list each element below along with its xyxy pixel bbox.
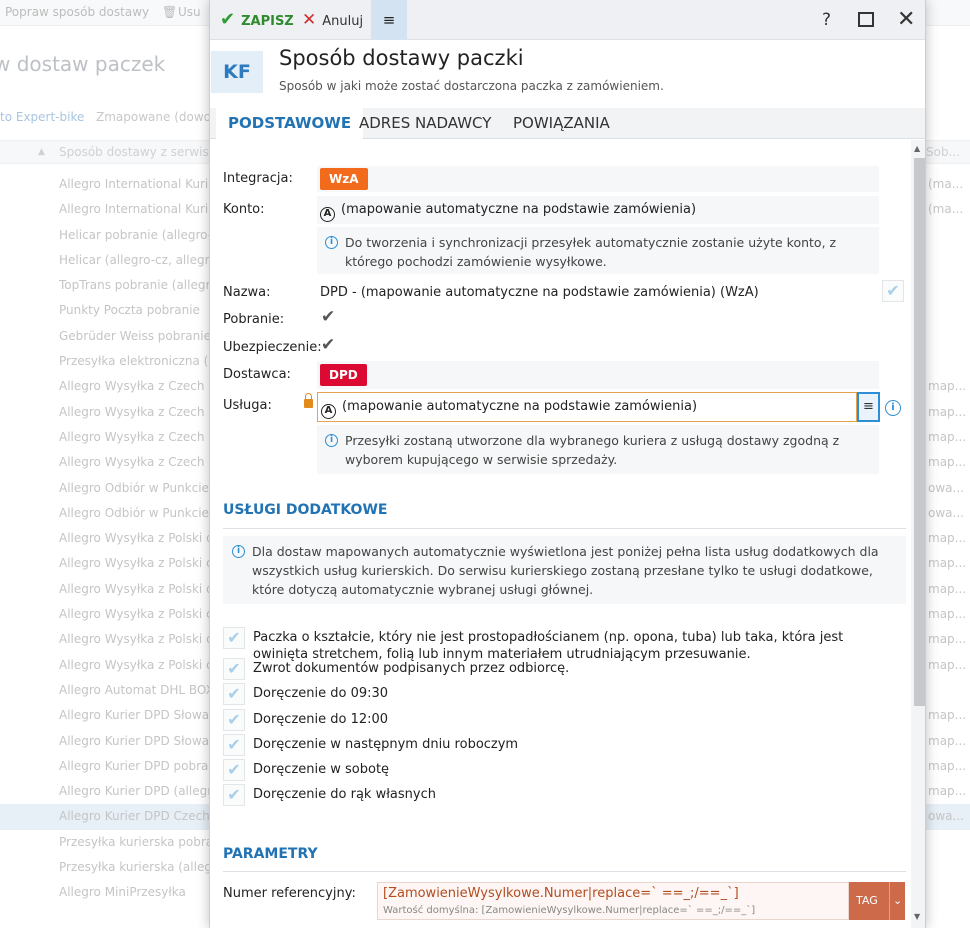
name-override-checkbox[interactable]: ✔ [882,280,904,302]
insurance-label: Ubezpieczenie: [223,340,322,355]
section-divider [223,871,906,872]
dialog-title: Sposób dostawy paczki [279,46,524,70]
reference-number-default: Wartość domyślna: [ZamowienieWysylkowe.N… [383,905,756,916]
info-icon: i [325,236,338,249]
cancel-button[interactable]: ✕ Anuluj [302,0,363,40]
service-info: i Przesyłki zostaną utworzone dla wybran… [317,425,879,474]
extra-service-label: Doręczenie w następnym dniu roboczym [253,737,519,752]
cancel-label: Anuluj [322,14,364,29]
save-label: ZAPISZ [241,14,294,29]
reference-number-value: [ZamowienieWysylkowe.Numer|replace=` ==_… [383,886,739,901]
carrier-badge: DPD [320,364,367,386]
service-info-icon[interactable]: i [885,400,901,416]
account-value[interactable]: A (mapowanie automatyczne na podstawie za… [320,202,696,222]
check-icon: ✔ [220,9,236,30]
save-button[interactable]: ✔ ZAPISZ [220,0,294,40]
reference-number-label: Numer referencyjny: [223,886,356,901]
integration-badge: WzA [320,168,368,190]
carrier-field [317,361,879,389]
tab-basic[interactable]: PODSTAWOWE [216,108,364,139]
dialog-toolbar: ✔ ZAPISZ ✕ Anuluj ≡ ? ✕ [210,0,925,40]
dialog-tabs: PODSTAWOWE ADRES NADAWCY POWIĄZANIA [210,108,925,139]
account-info-text: Do tworzenia i synchronizacji przesyłek … [345,235,837,269]
service-list-button[interactable]: ≡ [857,392,880,422]
tag-label: TAG [856,894,878,907]
delivery-method-dialog: ✔ ZAPISZ ✕ Anuluj ≡ ? ✕ KF Sposób dostawy … [209,0,926,928]
maximize-icon[interactable] [858,12,874,27]
dialog-subtitle: Sposób w jaki może zostać dostarczona pa… [279,79,664,93]
scrollbar-thumb[interactable] [914,158,925,706]
account-label: Konto: [223,202,265,217]
account-info: i Do tworzenia i synchronizacji przesyłe… [317,227,879,274]
extra-service-checkbox[interactable]: ✔ [223,683,245,705]
reference-number-input[interactable]: [ZamowienieWysylkowe.Numer|replace=` ==_… [377,882,849,920]
close-dialog-button[interactable]: ✕ [897,0,915,40]
cod-checkbox[interactable]: ✔ [321,307,335,327]
auto-mapping-icon: A [321,404,336,419]
integration-field [317,166,879,192]
scroll-up-icon[interactable]: ▲ [914,144,920,153]
vertical-scrollbar[interactable]: ▲ ▼ [911,140,925,928]
tab-sender-address[interactable]: ADRES NADAWCY [359,108,491,139]
extra-services-info: i Dla dostaw mapowanych automatycznie wy… [223,536,906,604]
extra-service-checkbox[interactable]: ✔ [223,784,245,806]
name-label: Nazwa: [223,285,271,300]
help-button[interactable]: ? [822,0,831,40]
scroll-down-icon[interactable]: ▼ [914,912,920,921]
dialog-header: KF Sposób dostawy paczki Sposób w jaki m… [210,40,925,108]
dialog-badge: KF [211,51,263,93]
carrier-label: Dostawca: [223,367,291,382]
tab-relations[interactable]: POWIĄZANIA [513,108,610,139]
extra-service-label: Zwrot dokumentów podpisanych przez odbio… [253,661,570,676]
info-icon: i [232,545,245,558]
chevron-down-icon[interactable]: ⌄ [889,882,902,920]
lock-icon [304,393,313,408]
dialog-content: Integracja: WzA Konto: A (mapowanie autom… [210,140,910,928]
service-label: Usługa: [223,398,272,413]
extra-service-label: Doręczenie do 09:30 [253,686,389,701]
extra-service-label: Doręczenie do 12:00 [253,712,389,727]
extra-service-label: Doręczenie w sobotę [253,762,390,777]
name-value[interactable]: DPD - (mapowanie automatyczne na podstaw… [320,285,759,300]
insurance-checkbox[interactable]: ✔ [321,335,335,355]
extra-service-checkbox[interactable]: ✔ [223,627,245,649]
account-value-text: (mapowanie automatyczne na podstawie zam… [341,202,697,217]
extra-service-checkbox[interactable]: ✔ [223,759,245,781]
integration-label: Integracja: [223,171,293,186]
close-x-icon: ✕ [302,10,317,30]
cod-label: Pobranie: [223,312,285,327]
extra-services-title: USŁUGI DODATKOWE [223,502,388,518]
service-info-text: Przesyłki zostaną utworzone dla wybraneg… [345,433,840,467]
info-icon: i [325,434,338,447]
menu-button[interactable]: ≡ [371,0,407,40]
service-select[interactable]: A (mapowanie automatyczne na podstawie za… [317,392,857,422]
extra-service-checkbox[interactable]: ✔ [223,734,245,756]
extra-service-checkbox[interactable]: ✔ [223,709,245,731]
tag-button[interactable]: TAG ⌄ [849,882,905,920]
extra-service-label: Paczka o kształcie, który nie jest prost… [253,630,844,662]
auto-mapping-icon: A [320,207,335,222]
section-divider [223,528,906,529]
extra-service-checkbox[interactable]: ✔ [223,658,245,680]
parameters-title: PARAMETRY [223,846,318,862]
service-value-text: (mapowanie automatyczne na podstawie zam… [342,399,698,414]
extra-services-info-text: Dla dostaw mapowanych automatycznie wyśw… [252,544,879,597]
extra-service-label: Doręczenie do rąk własnych [253,787,436,802]
